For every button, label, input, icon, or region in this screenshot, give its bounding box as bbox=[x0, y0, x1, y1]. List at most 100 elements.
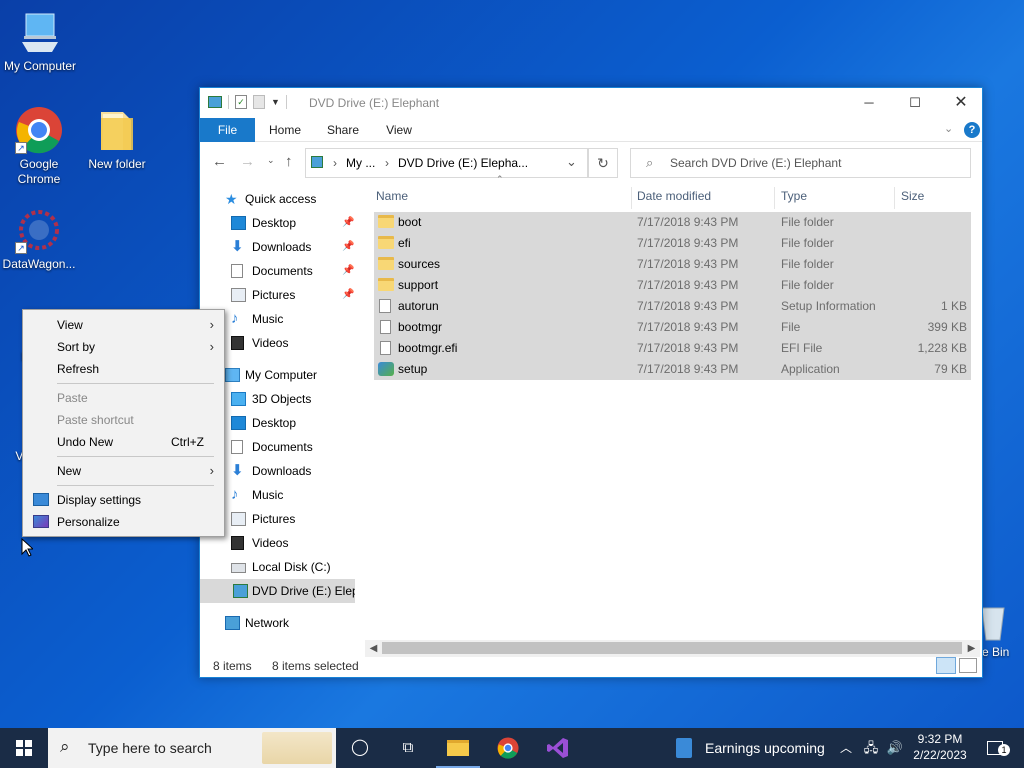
pin-icon[interactable]: 📌 bbox=[342, 235, 354, 259]
nav-pc-desktop[interactable]: Desktop bbox=[231, 411, 355, 435]
nav-pictures[interactable]: Pictures 📌 bbox=[231, 283, 355, 307]
file-explorer-taskbar-button[interactable] bbox=[436, 728, 480, 768]
large-icons-view-icon[interactable] bbox=[959, 658, 977, 673]
pin-icon[interactable]: 📌 bbox=[342, 211, 354, 235]
scrollbar-thumb[interactable] bbox=[382, 642, 962, 654]
notification-center-button[interactable]: 1 bbox=[980, 728, 1010, 768]
network-status-icon[interactable]: 🖧 bbox=[860, 728, 882, 768]
expand-ribbon-icon[interactable]: ⌄ bbox=[944, 122, 953, 135]
file-name: boot bbox=[398, 215, 422, 229]
pin-icon[interactable]: 📌 bbox=[342, 259, 354, 283]
nav-pc-pictures[interactable]: Pictures bbox=[231, 507, 355, 531]
nav-network[interactable]: Network bbox=[225, 611, 355, 635]
file-row[interactable]: bootmgr.efi 7/17/2018 9:43 PM EFI File 1,22… bbox=[374, 338, 971, 359]
volume-icon[interactable]: 🔊 bbox=[884, 728, 906, 768]
menu-item-new[interactable]: New › bbox=[23, 460, 224, 482]
menu-item-display-settings[interactable]: Display settings bbox=[23, 489, 224, 511]
taskbar-clock[interactable]: 9:32 PM 2/22/2023 bbox=[910, 731, 970, 763]
file-row[interactable]: efi 7/17/2018 9:43 PM File folder bbox=[374, 233, 971, 254]
taskbar-search-input[interactable]: Type here to search bbox=[88, 740, 212, 756]
column-header-name[interactable]: Name bbox=[376, 183, 631, 209]
nav-local-disk[interactable]: Local Disk (C:) bbox=[231, 555, 355, 579]
file-row[interactable]: support 7/17/2018 9:43 PM File folder bbox=[374, 275, 971, 296]
file-explorer-window[interactable]: ✓ ▼ DVD Drive (E:) Elephant ─ ☐ ✕ File H… bbox=[199, 87, 983, 678]
minimize-button[interactable]: ─ bbox=[846, 88, 892, 118]
menu-item-refresh[interactable]: Refresh bbox=[23, 358, 224, 380]
chrome-taskbar-button[interactable] bbox=[486, 728, 530, 768]
pin-icon[interactable]: 📌 bbox=[342, 283, 354, 307]
nav-quick-access[interactable]: ★ Quick access bbox=[225, 187, 355, 211]
nav-pc-videos[interactable]: Videos bbox=[231, 531, 355, 555]
address-bar[interactable]: › My ... › DVD Drive (E:) Elepha... ⌄ bbox=[305, 148, 588, 178]
menu-item-sort-by[interactable]: Sort by › bbox=[23, 336, 224, 358]
title-bar[interactable]: ✓ ▼ DVD Drive (E:) Elephant ─ ☐ ✕ bbox=[200, 88, 982, 118]
column-divider[interactable] bbox=[894, 187, 895, 209]
back-arrow-icon[interactable]: ← bbox=[212, 153, 227, 170]
properties-icon[interactable]: ✓ bbox=[235, 95, 247, 109]
search-box[interactable]: ⌕ Search DVD Drive (E:) Elephant bbox=[630, 148, 971, 178]
nav-documents[interactable]: Documents 📌 bbox=[231, 259, 355, 283]
recent-locations-chevron-icon[interactable]: ⌄ bbox=[267, 155, 275, 166]
file-row[interactable]: bootmgr 7/17/2018 9:43 PM File 399 KB bbox=[374, 317, 971, 338]
nav-pc-documents[interactable]: Documents bbox=[231, 435, 355, 459]
desktop-icon-new-folder[interactable]: New folder bbox=[77, 106, 157, 172]
menu-item-personalize[interactable]: Personalize bbox=[23, 511, 224, 533]
cortana-button[interactable]: ◯ bbox=[340, 728, 380, 768]
new-folder-qat-icon[interactable] bbox=[253, 95, 265, 109]
refresh-button[interactable]: ↻ bbox=[588, 148, 618, 178]
file-row[interactable]: setup 7/17/2018 9:43 PM Application 79 KB bbox=[374, 359, 971, 380]
desktop-icon-google-chrome[interactable]: ↗ Google Chrome bbox=[0, 106, 79, 187]
task-view-button[interactable]: ⧉ bbox=[388, 728, 428, 768]
file-size: 399 KB bbox=[927, 320, 967, 334]
show-hidden-icons-chevron-icon[interactable]: ︿ bbox=[836, 728, 856, 768]
start-button[interactable] bbox=[0, 728, 48, 768]
nav-pc-music[interactable]: ♪ Music bbox=[231, 483, 355, 507]
file-row[interactable]: boot 7/17/2018 9:43 PM File folder bbox=[374, 212, 971, 233]
tab-home[interactable]: Home bbox=[260, 118, 310, 142]
file-date: 7/17/2018 9:43 PM bbox=[637, 299, 739, 313]
desktop-icon-my-computer[interactable]: My Computer bbox=[0, 8, 80, 74]
nav-desktop[interactable]: Desktop 📌 bbox=[231, 211, 355, 235]
details-view-icon[interactable] bbox=[936, 657, 956, 674]
column-header-size[interactable]: Size bbox=[901, 183, 971, 209]
desktop-icon-datawagon[interactable]: ↗ DataWagon... bbox=[0, 206, 79, 272]
nav-videos[interactable]: Videos bbox=[231, 331, 355, 355]
address-dropdown-icon[interactable]: ⌄ bbox=[566, 154, 577, 170]
pictures-icon bbox=[231, 288, 246, 302]
column-divider[interactable] bbox=[774, 187, 775, 209]
settings-file-icon bbox=[379, 299, 391, 313]
menu-item-undo-new[interactable]: Undo New Ctrl+Z bbox=[23, 431, 224, 453]
nav-downloads[interactable]: ⬇ Downloads 📌 bbox=[231, 235, 355, 259]
forward-arrow-icon[interactable]: → bbox=[240, 153, 255, 170]
nav-3d-objects[interactable]: 3D Objects bbox=[231, 387, 355, 411]
tab-view[interactable]: View bbox=[374, 118, 424, 142]
menu-item-view[interactable]: View › bbox=[23, 314, 224, 336]
search-input[interactable]: Search DVD Drive (E:) Elephant bbox=[670, 156, 841, 170]
file-row[interactable]: sources 7/17/2018 9:43 PM File folder bbox=[374, 254, 971, 275]
nav-music[interactable]: ♪ Music bbox=[231, 307, 355, 331]
documents-icon bbox=[231, 264, 243, 278]
column-header-date[interactable]: Date modified bbox=[637, 183, 774, 209]
file-date: 7/17/2018 9:43 PM bbox=[637, 341, 739, 355]
weather-widget[interactable]: Earnings upcoming bbox=[670, 728, 832, 768]
column-divider[interactable] bbox=[631, 187, 632, 209]
up-arrow-icon[interactable]: ↑ bbox=[285, 153, 293, 170]
file-row[interactable]: autorun 7/17/2018 9:43 PM Setup Informatio… bbox=[374, 296, 971, 317]
folder-icon bbox=[93, 106, 141, 154]
nav-pc-downloads[interactable]: ⬇ Downloads bbox=[231, 459, 355, 483]
qat-dropdown-icon[interactable]: ▼ bbox=[271, 97, 280, 107]
tab-share[interactable]: Share bbox=[318, 118, 368, 142]
close-button[interactable]: ✕ bbox=[938, 88, 984, 118]
breadcrumb-current[interactable]: DVD Drive (E:) Elepha... bbox=[398, 156, 528, 170]
column-header-type[interactable]: Type bbox=[781, 183, 893, 209]
nav-my-computer[interactable]: My Computer bbox=[225, 363, 355, 387]
desktop-context-menu[interactable]: View › Sort by › Refresh Paste Paste sho… bbox=[22, 309, 225, 537]
taskbar-search-box[interactable]: ⌕ Type here to search bbox=[48, 728, 336, 768]
maximize-button[interactable]: ☐ bbox=[892, 88, 938, 118]
breadcrumb-my-computer[interactable]: My ... bbox=[346, 156, 375, 170]
tab-file[interactable]: File bbox=[200, 118, 255, 142]
nav-dvd-drive[interactable]: DVD Drive (E:) Eleph bbox=[200, 579, 355, 603]
desktop-folder-icon bbox=[231, 416, 246, 430]
visual-studio-taskbar-button[interactable] bbox=[536, 728, 580, 768]
help-icon[interactable]: ? bbox=[964, 122, 980, 138]
